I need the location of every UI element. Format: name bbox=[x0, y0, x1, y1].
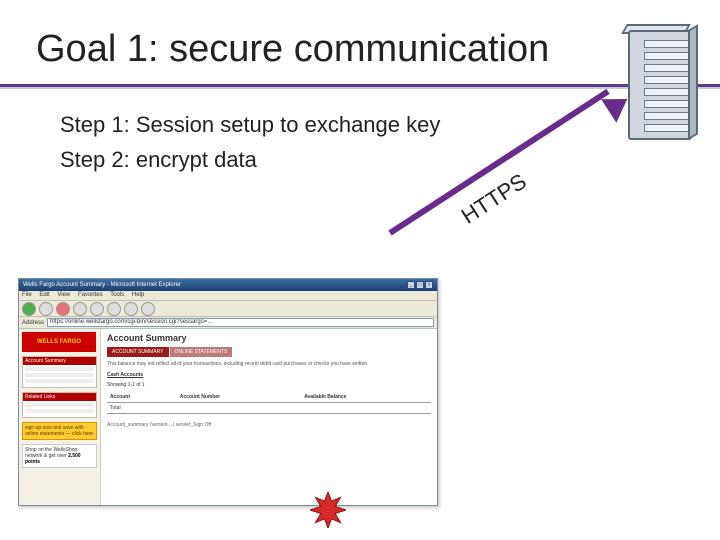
sidebar-promo-2[interactable]: Shop on the WellsShop network & get over… bbox=[22, 444, 97, 468]
url-field[interactable]: https://online.wellsfargo.com/cgi-bin/se… bbox=[47, 318, 434, 327]
favorites-icon[interactable] bbox=[124, 302, 138, 316]
menu-favorites[interactable]: Favorites bbox=[78, 292, 103, 298]
menu-view[interactable]: View bbox=[57, 292, 70, 298]
search-icon[interactable] bbox=[107, 302, 121, 316]
account-label[interactable]: Cash Accounts bbox=[107, 372, 143, 378]
minimize-icon[interactable]: _ bbox=[407, 281, 415, 289]
tab-account-summary[interactable]: ACCOUNT SUMMARY bbox=[107, 347, 169, 357]
col-number: Account Number bbox=[177, 392, 301, 403]
sidebar-panel-1: Account Summary bbox=[22, 356, 97, 388]
starburst-icon bbox=[310, 492, 346, 528]
refresh-icon[interactable] bbox=[73, 302, 87, 316]
home-icon[interactable] bbox=[90, 302, 104, 316]
showing-value: 1-1 of 1 bbox=[128, 382, 145, 388]
bank-logo: WELLS FARGO bbox=[22, 332, 96, 352]
browser-menubar[interactable]: File Edit View Favorites Tools Help bbox=[19, 291, 437, 301]
close-icon[interactable]: × bbox=[425, 281, 433, 289]
showing-label: Showing bbox=[107, 382, 126, 388]
slide-title: Goal 1: secure communication bbox=[36, 28, 549, 71]
title-underline bbox=[0, 84, 720, 88]
account-section: Cash Accounts bbox=[107, 372, 431, 378]
col-account: Account bbox=[107, 392, 177, 403]
menu-tools[interactable]: Tools bbox=[110, 292, 124, 298]
sidebar-promo-1[interactable]: sign up now and save with online stateme… bbox=[22, 422, 97, 440]
accounts-table: Account Account Number Available Balance… bbox=[107, 392, 431, 414]
sidebar-panel-2-title: Related Links bbox=[23, 393, 96, 401]
window-title: Wells Fargo Account Summary - Microsoft … bbox=[23, 282, 181, 288]
sidebar-panel-2: Related Links bbox=[22, 392, 97, 418]
maximize-icon[interactable]: □ bbox=[416, 281, 424, 289]
content-tabs[interactable]: ACCOUNT SUMMARY ONLINE STATEMENTS bbox=[107, 347, 431, 357]
menu-edit[interactable]: Edit bbox=[39, 292, 49, 298]
footer-note: Account_summary (version…) servlet_Sign … bbox=[107, 422, 431, 428]
server-icon bbox=[620, 26, 700, 144]
browser-addressbar[interactable]: Address https://online.wellsfargo.com/cg… bbox=[19, 317, 437, 329]
menu-file[interactable]: File bbox=[22, 292, 32, 298]
address-label: Address bbox=[22, 320, 44, 326]
window-controls[interactable]: _□× bbox=[406, 281, 433, 289]
forward-icon[interactable] bbox=[39, 302, 53, 316]
browser-main: Account Summary ACCOUNT SUMMARY ONLINE S… bbox=[101, 329, 437, 505]
browser-content: WELLS FARGO Account Summary Related Link… bbox=[19, 329, 437, 505]
back-icon[interactable] bbox=[22, 302, 36, 316]
history-icon[interactable] bbox=[141, 302, 155, 316]
col-balance: Available Balance bbox=[301, 392, 431, 403]
browser-sidebar: WELLS FARGO Account Summary Related Link… bbox=[19, 329, 101, 505]
step-1: Step 1: Session setup to exchange key bbox=[60, 108, 440, 141]
tab-online-statements[interactable]: ONLINE STATEMENTS bbox=[170, 347, 233, 357]
showing-row: Showing 1-1 of 1 bbox=[107, 382, 431, 388]
sidebar-panel-1-title: Account Summary bbox=[23, 357, 96, 365]
balance-note: This balance may not reflect all of your… bbox=[107, 361, 431, 368]
browser-titlebar: Wells Fargo Account Summary - Microsoft … bbox=[19, 279, 437, 291]
browser-toolbar[interactable] bbox=[19, 301, 437, 317]
page-title: Account Summary bbox=[107, 333, 431, 343]
browser-window: Wells Fargo Account Summary - Microsoft … bbox=[18, 278, 438, 506]
stop-icon[interactable] bbox=[56, 302, 70, 316]
menu-help[interactable]: Help bbox=[132, 292, 144, 298]
table-row[interactable]: Total bbox=[107, 402, 431, 413]
